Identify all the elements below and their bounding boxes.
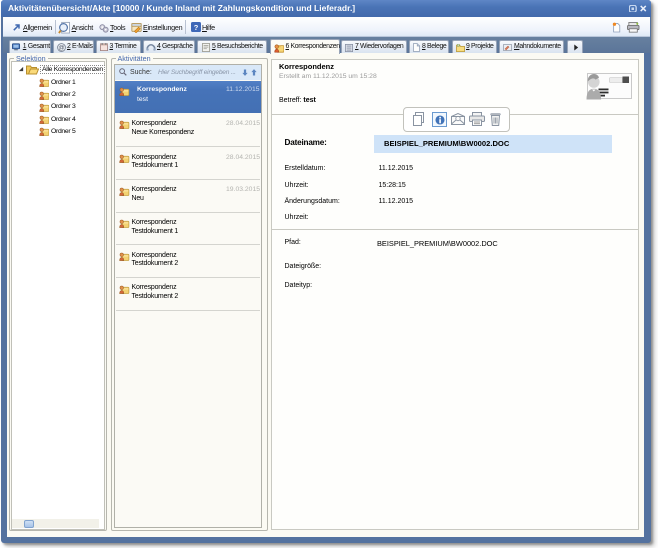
svg-text:@: @	[58, 44, 64, 51]
svg-text:?: ?	[193, 23, 198, 32]
